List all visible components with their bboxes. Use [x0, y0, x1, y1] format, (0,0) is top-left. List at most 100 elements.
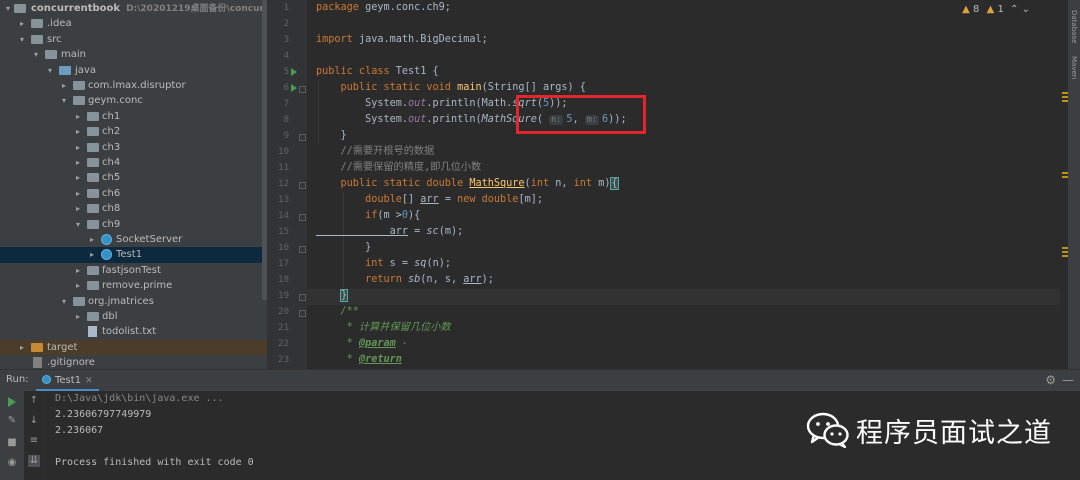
tree-item-test1[interactable]: ▸ Test1 — [0, 247, 267, 263]
tree-item-java[interactable]: ▾ java — [0, 63, 267, 78]
tree-item-org-jmatrices[interactable]: ▾ org.jmatrices — [0, 294, 267, 309]
arrow-up-icon[interactable]: ↑ — [28, 395, 40, 407]
run-panel-header: Run: Test1 ✕ ⚙ — — [0, 369, 1080, 392]
fold-icon[interactable] — [299, 86, 306, 93]
soft-wrap-icon[interactable]: ≡ — [28, 435, 40, 447]
tree-item-ch9[interactable]: ▾ ch9 — [0, 217, 267, 232]
tree-item-geym-conc[interactable]: ▾ geym.conc — [0, 93, 267, 108]
run-class-icon[interactable] — [291, 68, 297, 76]
arrow-down-icon[interactable]: ↓ — [28, 415, 40, 427]
code-line-15: arr = sc(m); — [316, 224, 464, 240]
chevron-down-icon[interactable]: ▾ — [17, 32, 27, 47]
code-token: out — [408, 114, 427, 125]
line-number: 21 — [278, 323, 289, 333]
fold-icon[interactable] — [299, 310, 306, 317]
tree-item-label: ch5 — [102, 172, 121, 184]
wrench-icon[interactable]: ✎ — [6, 415, 18, 427]
fold-icon[interactable] — [299, 214, 306, 221]
code-token: * — [316, 338, 359, 349]
tree-item-ch2[interactable]: ▸ ch2 — [0, 124, 267, 139]
tree-item-ch4[interactable]: ▸ ch4 — [0, 155, 267, 170]
chevron-down-icon[interactable]: ⌄ — [1022, 4, 1030, 15]
code-token: ); — [481, 274, 494, 285]
tree-item-target[interactable]: ▸ target — [0, 339, 267, 356]
chevron-down-icon[interactable]: ▾ — [31, 47, 41, 62]
minimize-icon[interactable]: — — [1062, 373, 1074, 387]
database-side-tab[interactable]: Database — [1070, 10, 1078, 43]
run-tab-test1[interactable]: Test1 ✕ — [36, 370, 99, 392]
tree-item-ch8[interactable]: ▸ ch8 — [0, 201, 267, 216]
fold-icon[interactable] — [299, 182, 306, 189]
chevron-right-icon[interactable]: ▸ — [73, 140, 83, 155]
chevron-right-icon[interactable]: ▸ — [87, 247, 97, 262]
chevron-right-icon[interactable]: ▸ — [73, 155, 83, 170]
tree-item-gitignore[interactable]: .gitignore — [0, 355, 267, 369]
chevron-right-icon[interactable]: ▸ — [73, 109, 83, 124]
tree-item-label: target — [47, 341, 78, 353]
line-number: 2 — [283, 19, 289, 29]
wechat-icon — [806, 412, 849, 449]
tree-item-fastjsontest[interactable]: ▸ fastjsonTest — [0, 263, 267, 278]
code-line-5: public class Test1 { — [316, 64, 439, 80]
run-toolbar: ✎ ■ ◉ — [0, 391, 24, 480]
chevron-down-icon[interactable]: ▾ — [59, 294, 69, 309]
tree-item-label: ch4 — [102, 157, 121, 168]
code-line-18: return sb(n, s, arr); — [316, 272, 494, 288]
code-token: sc — [426, 226, 439, 237]
inspection-widget[interactable]: ▲ 8 ▲ 1 ⌃ ⌄ — [962, 4, 1030, 15]
scroll-to-end-icon[interactable]: ⇊ — [28, 455, 40, 467]
chevron-right-icon[interactable]: ▸ — [59, 78, 69, 93]
line-number: 5 — [283, 67, 289, 77]
tree-item-label: main — [61, 49, 86, 61]
tree-item-idea[interactable]: ▸ .idea — [0, 16, 267, 31]
tree-item-src[interactable]: ▾ src — [0, 32, 267, 47]
chevron-right-icon[interactable]: ▸ — [87, 232, 97, 247]
package-icon — [87, 173, 99, 183]
tree-item-ch5[interactable]: ▸ ch5 — [0, 170, 267, 185]
code-token: main — [457, 82, 482, 93]
chevron-right-icon[interactable]: ▸ — [73, 278, 83, 293]
tree-item-todolist[interactable]: todolist.txt — [0, 324, 267, 339]
tree-root[interactable]: ▾ concurrentbook D:\20201219桌面备份\concurre… — [0, 1, 267, 16]
chevron-right-icon[interactable]: ▸ — [73, 124, 83, 139]
gear-icon[interactable]: ⚙ — [1045, 373, 1056, 387]
text-file-icon — [88, 326, 97, 338]
fold-icon[interactable] — [299, 134, 306, 141]
annotation-highlight-box — [516, 95, 646, 134]
tree-item-ch1[interactable]: ▸ ch1 — [0, 109, 267, 124]
code-editor[interactable]: package geym.conc.ch9; import java.math.… — [307, 0, 1060, 369]
stop-icon[interactable]: ■ — [6, 437, 18, 449]
chevron-right-icon[interactable]: ▸ — [73, 186, 83, 201]
tree-item-com-lmax-disruptor[interactable]: ▸ com.lmax.disruptor — [0, 78, 267, 93]
chevron-right-icon[interactable]: ▸ — [17, 340, 27, 355]
chevron-right-icon[interactable]: ▸ — [73, 263, 83, 278]
fold-icon[interactable] — [299, 246, 306, 253]
camera-icon[interactable]: ◉ — [6, 457, 18, 469]
tree-item-remove-prime[interactable]: ▸ remove.prime — [0, 278, 267, 293]
chevron-down-icon[interactable]: ▾ — [45, 63, 55, 78]
chevron-down-icon[interactable]: ▾ — [73, 217, 83, 232]
chevron-down-icon[interactable]: ▾ — [3, 1, 13, 16]
code-line-3: import java.math.BigDecimal; — [316, 32, 488, 48]
code-line-12: public static double MathSqure(int n, in… — [316, 176, 619, 192]
code-line-11: //需要保留的精度,即几位小数 — [316, 162, 482, 173]
warning-count: 8 — [973, 4, 980, 15]
chevron-up-icon[interactable]: ⌃ — [1010, 4, 1018, 15]
code-token: package — [316, 2, 366, 13]
run-main-icon[interactable] — [291, 84, 297, 92]
fold-icon[interactable] — [299, 294, 306, 301]
chevron-right-icon[interactable]: ▸ — [73, 170, 83, 185]
maven-side-tab[interactable]: Maven — [1070, 56, 1078, 79]
chevron-right-icon[interactable]: ▸ — [73, 201, 83, 216]
code-token: ){ — [408, 210, 421, 221]
tree-item-ch6[interactable]: ▸ ch6 — [0, 186, 267, 201]
chevron-right-icon[interactable]: ▸ — [17, 16, 27, 31]
chevron-down-icon[interactable]: ▾ — [59, 93, 69, 108]
tree-item-ch3[interactable]: ▸ ch3 — [0, 140, 267, 155]
rerun-icon[interactable] — [8, 397, 16, 407]
tree-item-socketserver[interactable]: ▸ SocketServer — [0, 232, 267, 247]
chevron-right-icon[interactable]: ▸ — [73, 309, 83, 324]
tree-item-main[interactable]: ▾ main — [0, 47, 267, 62]
tree-item-dbl[interactable]: ▸ dbl — [0, 309, 267, 324]
close-icon[interactable]: ✕ — [85, 376, 93, 386]
